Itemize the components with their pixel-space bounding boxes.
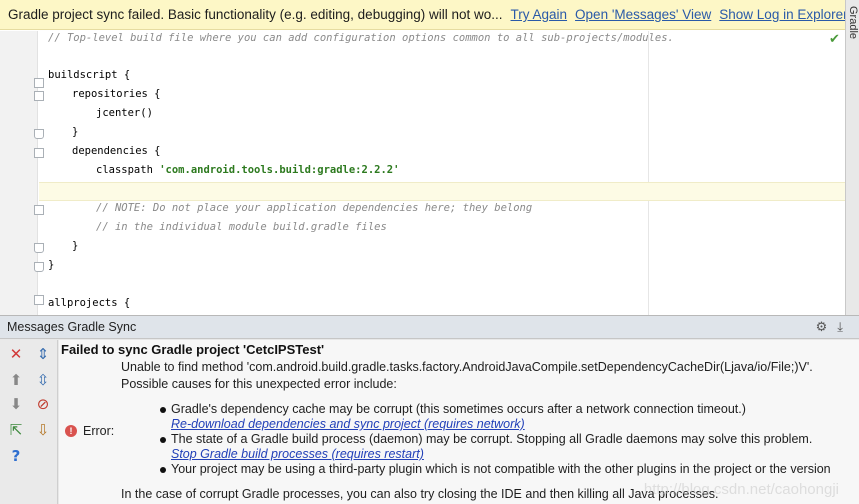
notification-message: Gradle project sync failed. Basic functi…	[8, 7, 503, 22]
code-line: dependencies {	[72, 145, 161, 157]
code-line: allprojects {	[48, 297, 131, 309]
stop-gradle-processes-link[interactable]: Stop Gradle build processes (requires re…	[171, 447, 424, 461]
code-line: }	[72, 240, 79, 252]
expand-all-icon[interactable]: ⇕	[33, 344, 53, 364]
panel-title: Messages Gradle Sync	[7, 320, 137, 334]
code-editor[interactable]: ✔ // Top-level build file where you can …	[0, 31, 845, 315]
cause-daemon-state: The state of a Gradle build process (dae…	[171, 432, 813, 446]
error-icon: !	[65, 425, 77, 437]
error-label: Error:	[83, 424, 115, 438]
messages-toolbar: ✕ ⇕ ⬆ ⇳ ⬇ ⊘ ⇱ ⇩ ?	[0, 340, 58, 504]
error-message-line: Unable to find method 'com.android.build…	[121, 360, 813, 374]
cause-third-party-plugin: Your project may be using a third-party …	[171, 462, 831, 476]
redownload-dependencies-link[interactable]: Re-download dependencies and sync projec…	[171, 417, 525, 431]
messages-tree: Failed to sync Gradle project 'CetcIPSTe…	[59, 340, 859, 504]
sync-failed-heading: Failed to sync Gradle project 'CetcIPSTe…	[61, 342, 325, 357]
watermark: http://blog.csdn.net/caohongji	[643, 481, 839, 498]
error-filter-icon[interactable]: ⊘	[33, 394, 53, 414]
code-line: }	[48, 259, 55, 271]
code-line: // NOTE: Do not place your application d…	[96, 202, 533, 214]
cause-dependency-cache: Gradle's dependency cache may be corrupt…	[171, 402, 746, 416]
code-line: buildscript {	[48, 69, 131, 81]
gradle-side-tab-label: Gradle	[847, 6, 859, 40]
error-node[interactable]: ! Error:	[65, 424, 114, 438]
fold-marker[interactable]	[34, 91, 44, 101]
up-arrow-icon[interactable]: ⬆	[6, 370, 26, 390]
export-icon[interactable]: ⇱	[6, 420, 26, 440]
messages-panel-header: Messages Gradle Sync ⚙ ⤓	[0, 316, 859, 339]
down-arrow-icon[interactable]: ⬇	[6, 394, 26, 414]
bullet-marker	[160, 467, 166, 473]
collapse-all-icon[interactable]: ⇳	[33, 370, 53, 390]
bullet-marker	[160, 437, 166, 443]
corrupt-process-hint: In the case of corrupt Gradle processes,…	[121, 487, 719, 501]
panel-header-tools: ⚙ ⤓	[816, 320, 843, 335]
pin-icon[interactable]: ⤓	[837, 320, 843, 335]
gradle-side-tab[interactable]: Gradle	[845, 0, 859, 315]
checkmark-icon: ✔	[829, 32, 840, 47]
error-causes-intro: Possible causes for this unexpected erro…	[121, 377, 397, 391]
code-line: // Top-level build file where you can ad…	[48, 32, 674, 44]
right-margin-guide	[648, 31, 649, 315]
sync-failed-notification: Gradle project sync failed. Basic functi…	[0, 0, 845, 30]
open-messages-view-link[interactable]: Open 'Messages' View	[575, 7, 711, 22]
code-line: }	[72, 126, 79, 138]
fold-marker[interactable]	[34, 295, 44, 305]
code-line: repositories {	[72, 88, 161, 100]
fold-marker[interactable]	[34, 205, 44, 215]
messages-panel: Messages Gradle Sync ⚙ ⤓ ✕ ⇕ ⬆ ⇳ ⬇ ⊘ ⇱ ⇩…	[0, 315, 859, 504]
gear-icon[interactable]: ⚙	[816, 320, 828, 335]
editor-gutter	[0, 31, 38, 315]
code-keyword: classpath	[96, 164, 160, 176]
fold-marker[interactable]	[34, 243, 44, 253]
code-string: 'com.android.tools.build:gradle:2.2.2'	[159, 164, 400, 176]
bullet-marker	[160, 407, 166, 413]
show-log-in-explorer-link[interactable]: Show Log in Explorer	[719, 7, 845, 22]
code-line: jcenter()	[96, 107, 153, 119]
fold-marker[interactable]	[34, 148, 44, 158]
try-again-link[interactable]: Try Again	[511, 7, 568, 22]
fold-marker[interactable]	[34, 129, 44, 139]
code-line: // in the individual module build.gradle…	[96, 221, 387, 233]
code-line: classpath 'com.android.tools.build:gradl…	[96, 161, 399, 180]
help-icon[interactable]: ?	[6, 446, 26, 466]
close-icon[interactable]: ✕	[6, 344, 26, 364]
import-icon[interactable]: ⇩	[33, 420, 53, 440]
fold-marker[interactable]	[34, 78, 44, 88]
fold-marker[interactable]	[34, 262, 44, 272]
